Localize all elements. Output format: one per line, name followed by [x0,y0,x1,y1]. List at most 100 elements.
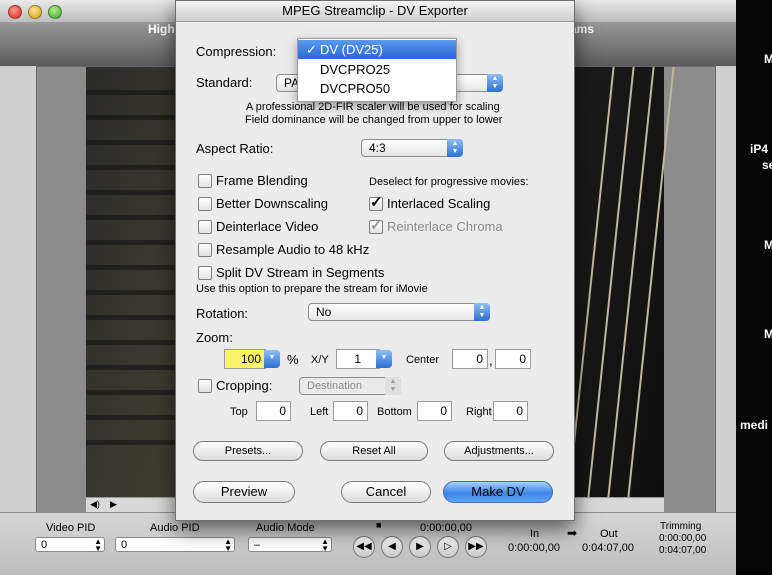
compression-option-dvcpro25[interactable]: DVCPRO25 [298,60,456,79]
volume-icon[interactable]: ◀) [90,499,100,510]
standard-label: Standard: [196,75,253,90]
audio-mode-label: Audio Mode [256,522,315,534]
info-line-2: Field dominance will be changed from upp… [245,114,503,126]
interlaced-scaling-label: Interlaced Scaling [387,196,491,211]
xy-dropdown[interactable]: ▼ [376,350,392,368]
step-forward-icon[interactable]: ▷ [437,536,459,558]
make-dv-button[interactable]: Make DV [443,481,553,503]
aspect-ratio-label: Aspect Ratio: [196,141,274,156]
step-back-icon[interactable]: ◀ [381,536,403,558]
cropping-label: Cropping: [216,378,273,393]
reinterlace-chroma-checkbox[interactable] [369,216,383,234]
center-x-input[interactable]: 0 [452,349,488,369]
zoom-label: Zoom: [196,330,233,345]
trimming-end: 0:04:07,00 [659,545,707,556]
split-dv-label: Split DV Stream in Segments [216,265,385,280]
audio-pid-select[interactable]: 0 ▲ ▼ [115,537,235,553]
desktop-text: iP4 [750,142,769,156]
playhead-icon[interactable]: ▶ [110,499,117,510]
background-desktop [736,0,772,574]
xy-input[interactable]: 1 [336,349,380,369]
audio-mode-select[interactable]: – ▲ ▼ [248,537,332,553]
dialog-title: MPEG Streamclip - DV Exporter [176,1,574,22]
compression-label: Compression: [196,44,277,59]
reinterlace-chroma-label: Reinterlace Chroma [387,219,503,234]
forward-fast-icon[interactable]: ▶▶ [465,536,487,558]
resample-audio-checkbox[interactable] [198,243,212,257]
rotation-label: Rotation: [196,306,249,321]
adjustments-button[interactable]: Adjustments... [444,441,554,461]
deinterlace-video-checkbox[interactable] [198,220,212,234]
deselect-note: Deselect for progressive movies: [369,176,529,188]
left-label: Left [310,406,329,418]
cropping-destination-value: Destination [307,380,363,392]
interlaced-scaling-checkbox[interactable] [369,193,383,211]
cropping-checkbox[interactable] [198,379,212,393]
chevron-down-icon: ▼ [264,350,280,368]
xy-label: X/Y [311,354,329,366]
desktop-text: M [764,327,772,341]
bottom-input[interactable]: 0 [417,401,452,421]
compression-option-dv25[interactable]: ✓ DV (DV25) [298,40,456,59]
center-separator: , [489,353,493,368]
out-label: Out [600,528,618,540]
audio-mode-value: – [254,539,261,551]
aspect-ratio-value: 4:3 [369,141,386,155]
stepper-icon: ▲ ▼ [94,537,102,553]
video-pid-select[interactable]: 0 ▲ ▼ [35,537,105,553]
video-pid-value: 0 [41,539,48,551]
presets-button[interactable]: Presets... [193,441,303,461]
popup-arrows-icon: ▲ ▼ [487,74,503,92]
rotation-value: No [316,305,332,319]
right-input[interactable]: 0 [493,401,528,421]
better-downscaling-checkbox[interactable] [198,197,212,211]
compression-option-label: DV (DV25) [320,42,383,57]
out-value: 0:04:07,00 [582,542,634,554]
resample-audio-label: Resample Audio to 48 kHz [216,242,370,257]
header-text-left: High [148,22,175,36]
reset-all-button[interactable]: Reset All [320,441,428,461]
aspect-ratio-popup[interactable]: 4:3 ▲ ▼ [361,139,463,157]
close-icon[interactable] [8,5,22,19]
zoom-input[interactable]: 100 [224,349,266,369]
right-label: Right [466,406,492,418]
top-label: Top [230,406,248,418]
rotation-popup[interactable]: No ▲ ▼ [308,303,490,321]
stepper-icon: ▲ ▼ [224,537,232,553]
checkmark-icon: ✓ [306,42,317,57]
desktop-text: M [764,52,772,66]
zoom-dropdown[interactable]: ▼ [264,350,280,368]
frame-blending-checkbox[interactable] [198,174,212,188]
center-y-input[interactable]: 0 [495,349,531,369]
in-value: 0:00:00,00 [508,542,560,554]
zoom-unit: % [287,352,299,367]
zoom-icon[interactable] [48,5,62,19]
cancel-button[interactable]: Cancel [341,481,431,503]
minimize-icon[interactable] [28,5,42,19]
play-icon[interactable]: ▶ [409,536,431,558]
better-downscaling-label: Better Downscaling [216,196,328,211]
compression-menu: ✓ DV (DV25) DVCPRO25 DVCPRO50 [297,38,457,102]
popup-arrows-icon: ▲ ▼ [447,139,463,157]
popup-arrows-icon: ▲ ▼ [385,377,401,395]
preview-button[interactable]: Preview [193,481,295,503]
in-label: In [530,528,540,540]
compression-option-label: DVCPRO25 [320,62,391,77]
trimming-start: 0:00:00,00 [659,533,707,544]
desktop-text: medi [740,418,769,432]
desktop-text: M [764,238,772,252]
bottom-label: Bottom [377,406,412,418]
cropping-destination-popup[interactable]: Destination ▲ ▼ [299,377,401,395]
rewind-fast-icon[interactable]: ◀◀ [353,536,375,558]
top-input[interactable]: 0 [256,401,291,421]
imovie-note: Use this option to prepare the stream fo… [196,283,428,295]
compression-option-dvcpro50[interactable]: DVCPRO50 [298,79,456,98]
audio-pid-label: Audio PID [150,522,200,534]
stop-icon[interactable]: ■ [376,520,381,530]
deinterlace-video-label: Deinterlace Video [216,219,319,234]
video-pid-label: Video PID [46,522,96,534]
left-input[interactable]: 0 [333,401,368,421]
arrow-right-icon: ➡ [567,526,578,540]
split-dv-checkbox[interactable] [198,266,212,280]
stepper-icon: ▲ ▼ [321,537,329,553]
